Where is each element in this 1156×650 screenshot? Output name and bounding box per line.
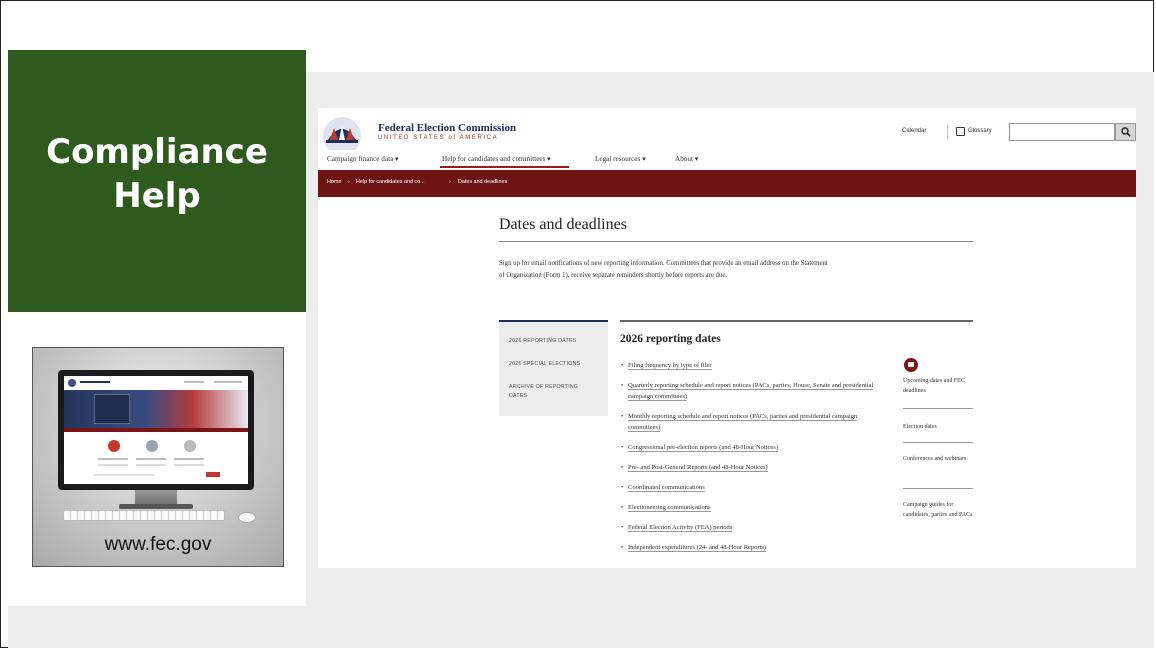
list-item-link[interactable]: Federal Election Activity (FEA) periods (628, 524, 733, 532)
list-item[interactable]: Congressional pre-election reports (and … (621, 442, 881, 453)
list-item-link[interactable]: Independent expenditures (24- and 48-Hou… (628, 544, 767, 552)
list-item[interactable]: Pre- and Post-General Reports (and 48-Ho… (621, 462, 881, 473)
list-item[interactable]: Electioneering communications (621, 502, 881, 513)
related-divider (903, 488, 973, 489)
search-input[interactable] (1009, 123, 1115, 141)
list-item-link[interactable]: Pre- and Post-General Reports (and 48-Ho… (628, 464, 768, 472)
breadcrumb-current: Dates and deadlines (458, 179, 508, 185)
side-nav: 2026 REPORTING DATES 2026 SPECIAL ELECTI… (499, 320, 608, 416)
section-title: 2026 reporting dates (620, 333, 721, 345)
calendar-link[interactable]: Calendar (902, 128, 926, 134)
list-item[interactable]: Federal Election Activity (FEA) periods (621, 522, 881, 533)
monitor-screen (64, 376, 248, 484)
related-election-dates[interactable]: Election dates (903, 422, 973, 432)
section-divider (620, 320, 973, 322)
breadcrumb-help[interactable]: Help for candidates and co... (356, 179, 425, 185)
org-subtitle: UNITED STATES of AMERICA (378, 135, 499, 141)
slide-title-line2: Help (113, 176, 201, 216)
list-item-link[interactable]: Monthly reporting schedule and report no… (628, 413, 858, 432)
reporting-dates-list: Filing frequency by type of filer Quarte… (621, 360, 881, 562)
fec-website-promo: www.fec.gov (32, 347, 284, 567)
search-icon (1120, 127, 1131, 137)
list-item-link[interactable]: Congressional pre-election reports (and … (628, 444, 778, 452)
main-nav: Campaign finance data ▾ Help for candida… (318, 154, 1136, 168)
list-item-link[interactable]: Quarterly reporting schedule and report … (628, 382, 874, 401)
title-divider (499, 241, 973, 242)
nav-campaign-finance-data[interactable]: Campaign finance data ▾ (327, 154, 399, 163)
related-conferences[interactable]: Conferences and webinars (903, 454, 973, 464)
glossary-book-icon[interactable] (956, 127, 965, 136)
intro-paragraph: Sign up for email notifications of new r… (499, 260, 828, 279)
fec-seal-icon[interactable] (322, 114, 362, 150)
side-nav-special-elections[interactable]: 2026 SPECIAL ELECTIONS (509, 360, 580, 369)
slide-title-line1: Compliance (46, 132, 268, 172)
related-divider (903, 442, 973, 443)
breadcrumb-separator: › (449, 179, 451, 185)
related-campaign-guides[interactable]: Campaign guides for candidates, parties … (903, 500, 973, 520)
utility-divider (947, 126, 948, 138)
org-name[interactable]: Federal Election Commission (378, 122, 516, 134)
list-item[interactable]: Monthly reporting schedule and report no… (621, 411, 881, 433)
monitor-base (119, 504, 193, 509)
list-item-link[interactable]: Electioneering communications (628, 504, 711, 512)
related-divider (903, 408, 973, 409)
glossary-link[interactable]: Glossary (968, 128, 992, 134)
active-nav-indicator (440, 166, 569, 168)
website-url[interactable]: www.fec.gov (33, 534, 283, 556)
nav-help-candidates-committees[interactable]: Help for candidates and committees ▾ (442, 154, 551, 163)
breadcrumb-bar: Home › Help for candidates and co... › D… (318, 170, 1136, 197)
slide-title-box: Compliance Help (8, 50, 306, 312)
computer-monitor-illustration (58, 370, 254, 490)
list-item-link[interactable]: Filing frequency by type of filer (628, 362, 712, 370)
keyboard-illustration (63, 510, 225, 521)
slide-title: Compliance Help (46, 130, 268, 218)
nav-about[interactable]: About ▾ (675, 154, 698, 163)
side-nav-reporting-dates[interactable]: 2026 REPORTING DATES (509, 337, 576, 346)
page-title: Dates and deadlines (499, 216, 627, 233)
search-button[interactable] (1115, 123, 1136, 141)
nav-legal-resources[interactable]: Legal resources ▾ (595, 154, 646, 163)
breadcrumb-separator: › (348, 179, 350, 185)
mouse-illustration (238, 512, 256, 523)
list-item[interactable]: Independent expenditures (24- and 48-Hou… (621, 542, 881, 553)
calendar-icon (904, 358, 918, 372)
list-item-link[interactable]: Coordinated communications (628, 484, 705, 492)
list-item[interactable]: Coordinated communications (621, 482, 881, 493)
breadcrumb-home[interactable]: Home (327, 179, 341, 185)
related-upcoming-dates[interactable]: Upcoming dates and FEC deadlines (903, 376, 973, 396)
side-nav-archive[interactable]: ARCHIVE OF REPORTING DATES (509, 383, 597, 401)
list-item[interactable]: Quarterly reporting schedule and report … (621, 380, 881, 402)
list-item[interactable]: Filing frequency by type of filer (621, 360, 881, 371)
slide-footer-band (8, 606, 1154, 648)
fec-site-screenshot: Federal Election Commission UNITED STATE… (318, 108, 1136, 568)
